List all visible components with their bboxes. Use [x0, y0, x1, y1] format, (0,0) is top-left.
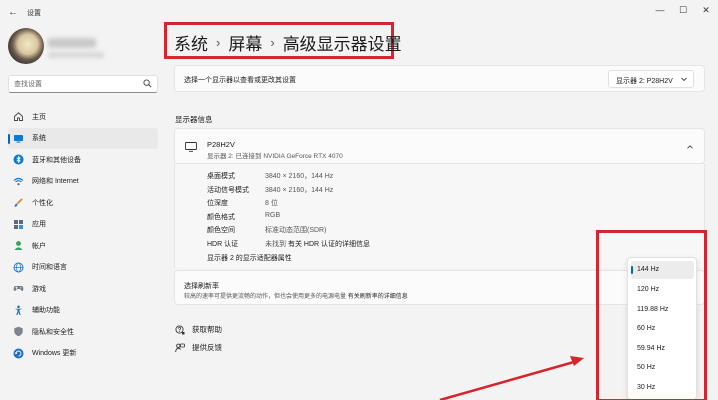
sidebar-item-personalization[interactable]: 个性化: [8, 192, 158, 214]
refresh-desc-text: 较高的速率可提供更流畅的动作，但也会使用更多的电源电量: [184, 294, 347, 300]
shield-icon: [13, 326, 24, 337]
info-key: 桌面模式: [207, 173, 235, 180]
refresh-rate-info-link[interactable]: 有关刷新率的详细信息: [348, 294, 408, 300]
select-display-label: 选择一个显示器以查看或更改其设置: [184, 77, 296, 84]
monitor-connection: 显示器 2: 已连接到 NVIDIA GeForce RTX 4070: [207, 153, 343, 160]
info-key: 颜色格式: [207, 214, 235, 221]
sidebar-item-label: 帐户: [32, 242, 46, 250]
sidebar-item-label: 辅助功能: [32, 307, 60, 315]
sidebar-item-label: 蓝牙和其他设备: [32, 156, 81, 164]
feedback-link[interactable]: 提供反馈: [175, 342, 222, 353]
get-help-link[interactable]: 获取帮助: [175, 324, 222, 335]
sidebar-item-label: 时间和语言: [32, 264, 67, 272]
sidebar-item-label: 应用: [32, 221, 46, 229]
info-key: HDR 认证: [207, 241, 239, 248]
info-value: RGB: [265, 212, 281, 219]
close-button[interactable]: ✕: [695, 3, 717, 17]
sidebar-item-gaming[interactable]: 游戏: [8, 278, 158, 300]
display-info-heading: 显示器信息: [175, 115, 213, 124]
info-value: 3840 × 2160，144 Hz: [265, 187, 334, 194]
gamepad-icon: [13, 283, 24, 294]
sidebar-item-label: 网络和 Internet: [32, 178, 79, 186]
sidebar-item-network[interactable]: 网络和 Internet: [8, 171, 158, 193]
back-button[interactable]: ←: [6, 6, 20, 20]
sidebar-item-label: 个性化: [32, 199, 53, 207]
system-icon: [13, 133, 24, 144]
chevron-down-icon: [681, 77, 687, 82]
search-icon[interactable]: [143, 79, 152, 88]
breadcrumb: 系统 › 屏幕 › 高级显示器设置: [174, 30, 402, 55]
account-icon: [13, 240, 24, 251]
globe-clock-icon: [13, 262, 24, 273]
display-adapter-properties-link[interactable]: 显示器 2 的显示适配器属性: [207, 253, 292, 263]
bluetooth-icon: [13, 154, 24, 165]
search-box[interactable]: [8, 75, 158, 93]
get-help-label: 获取帮助: [192, 325, 222, 334]
sidebar-item-home[interactable]: 主页: [8, 106, 158, 128]
user-email-blurred: [48, 52, 104, 58]
avatar[interactable]: [8, 28, 44, 64]
wifi-icon: [13, 176, 24, 187]
maximize-button[interactable]: ☐: [672, 3, 694, 17]
minimize-button[interactable]: —: [649, 3, 671, 17]
hdr-cert-link[interactable]: 有关 HDR 认证的详细信息: [288, 241, 370, 248]
breadcrumb-separator: ›: [216, 35, 221, 50]
info-value: 标准动态范围(SDR): [265, 227, 327, 234]
brush-icon: [13, 197, 24, 208]
breadcrumb-item-system[interactable]: 系统: [174, 30, 208, 55]
info-key: 位深度: [207, 200, 228, 207]
update-icon: [13, 348, 24, 359]
sidebar-item-accounts[interactable]: 帐户: [8, 235, 158, 257]
annotation-box-refresh-list: [596, 230, 707, 400]
display-dropdown-value: 显示器 2: P28H2V: [616, 78, 673, 85]
sidebar-item-bluetooth[interactable]: 蓝牙和其他设备: [8, 149, 158, 171]
sidebar-item-privacy[interactable]: 隐私和安全性: [8, 321, 158, 343]
chevron-up-icon[interactable]: [686, 143, 694, 151]
sidebar-item-label: 系统: [32, 135, 46, 143]
home-icon: [13, 111, 24, 122]
info-value: 8 位: [265, 200, 278, 207]
accessibility-icon: [13, 305, 24, 316]
info-key: 颜色空间: [207, 227, 235, 234]
monitor-icon: [185, 142, 197, 152]
hdr-cert-status: 未找到: [265, 241, 286, 248]
sidebar-item-windows-update[interactable]: Windows 更新: [8, 343, 158, 365]
sidebar-item-time-language[interactable]: 时间和语言: [8, 257, 158, 279]
info-value: 3840 × 2160，144 Hz: [265, 173, 334, 180]
app-title: 设置: [27, 10, 41, 17]
monitor-name: P28H2V: [207, 140, 235, 149]
breadcrumb-separator: ›: [270, 35, 275, 50]
select-display-card: 选择一个显示器以查看或更改其设置 显示器 2: P28H2V: [174, 65, 705, 92]
info-key: 活动信号模式: [207, 187, 249, 194]
monitor-card[interactable]: P28H2V 显示器 2: 已连接到 NVIDIA GeForce RTX 40…: [174, 128, 705, 164]
refresh-rate-title: 选择刷新率: [184, 283, 219, 290]
user-name-blurred: [48, 38, 96, 48]
feedback-label: 提供反馈: [192, 343, 222, 352]
sidebar-item-label: Windows 更新: [32, 350, 77, 358]
info-value: 未找到 有关 HDR 认证的详细信息: [265, 239, 370, 249]
feedback-icon: [175, 343, 185, 353]
help-icon: [175, 324, 185, 335]
sidebar-item-system[interactable]: 系统: [8, 127, 158, 149]
sidebar-item-label: 隐私和安全性: [32, 328, 74, 336]
search-input[interactable]: [14, 79, 134, 90]
sidebar-item-apps[interactable]: 应用: [8, 214, 158, 236]
refresh-rate-description: 较高的速率可提供更流畅的动作，但也会使用更多的电源电量 有关刷新率的详细信息: [184, 291, 408, 300]
page-title: 高级显示器设置: [282, 35, 402, 54]
display-dropdown[interactable]: 显示器 2: P28H2V: [608, 70, 694, 88]
breadcrumb-item-display[interactable]: 屏幕: [228, 30, 262, 55]
apps-icon: [13, 219, 24, 230]
sidebar-item-label: 主页: [32, 113, 46, 121]
sidebar-nav: 主页 系统 蓝牙和其他设备 网络和 Internet 个性化 应用 帐户 时间和…: [8, 106, 158, 364]
sidebar-item-label: 游戏: [32, 285, 46, 293]
sidebar-item-accessibility[interactable]: 辅助功能: [8, 300, 158, 322]
